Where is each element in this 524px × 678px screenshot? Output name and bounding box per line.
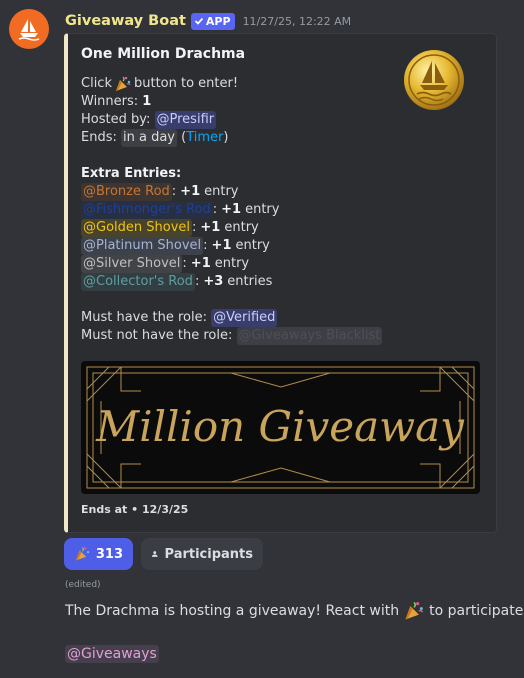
extra-entry-unit: entry: [245, 202, 280, 217]
extra-entry-row: @Silver Shovel: +1 entry: [81, 255, 411, 273]
extra-entry-row: @Bronze Rod: +1 entry: [81, 183, 411, 201]
giveaway-embed: One Million Drachma Click button to ente…: [64, 33, 497, 533]
party-reaction-button[interactable]: 313: [64, 538, 133, 570]
author-name[interactable]: Giveaway Boat: [65, 13, 186, 29]
reaction-bar: 313 Participants: [64, 538, 263, 570]
extra-entry-unit: entry: [214, 256, 250, 271]
extra-entry-sep: :: [182, 256, 187, 271]
party-popper-icon: [405, 601, 424, 620]
winners-line: Winners: 1: [81, 94, 152, 109]
embed-footer: Ends at • 12/3/25: [81, 503, 189, 516]
extra-entry-count: +1: [200, 220, 221, 235]
extra-entry-role[interactable]: @Bronze Rod: [81, 183, 172, 201]
extra-entry-row: @Collector's Rod: +3 entries: [81, 273, 411, 291]
host-mention[interactable]: @Presifir: [154, 111, 217, 129]
banner-text: Million Giveaway: [95, 402, 465, 451]
drachma-coin-thumbnail: [404, 50, 464, 110]
embed-description: Click button to enter! Winners: 1 Hosted…: [81, 75, 411, 345]
extra-entry-count: +1: [221, 202, 242, 217]
click-line: Click button to enter!: [81, 76, 239, 91]
extra-entry-role[interactable]: @Fishmonger's Rod: [81, 201, 213, 219]
message-text: The Drachma is hosting a giveaway! React…: [65, 600, 524, 622]
extra-entry-row: @Golden Shovel: +1 entry: [81, 219, 411, 237]
timestamp: 11/27/25, 12:22 AM: [242, 14, 352, 28]
extra-entry-sep: :: [194, 274, 200, 289]
giveaway-banner-image[interactable]: Million Giveaway: [81, 361, 480, 494]
person-icon: [151, 551, 158, 557]
extra-entry-role[interactable]: @Platinum Shovel: [81, 237, 204, 255]
participants-button[interactable]: Participants: [141, 538, 263, 570]
must-not-line: Must not have the role: @Giveaways Black…: [81, 327, 383, 345]
extra-entry-count: +3: [203, 274, 224, 289]
verified-role-mention[interactable]: @Verified: [211, 309, 278, 327]
extra-entry-role[interactable]: @Golden Shovel: [81, 219, 193, 237]
app-badge: APP: [190, 12, 235, 30]
party-popper-icon: [75, 547, 90, 561]
must-have-line: Must have the role: @Verified: [81, 309, 278, 327]
extra-entry-row: @Fishmonger's Rod: +1 entry: [81, 201, 411, 219]
extra-entry-unit: entry: [235, 238, 270, 253]
extra-entry-count: +1: [180, 184, 201, 199]
extra-entry-count: +1: [190, 256, 211, 271]
extra-entry-sep: :: [171, 184, 177, 199]
ends-timestamp[interactable]: in a day: [121, 129, 177, 147]
checkmark-icon: [194, 17, 204, 25]
extra-entry-sep: :: [192, 220, 197, 235]
extra-entry-sep: :: [203, 238, 208, 253]
extra-entries-list: @Bronze Rod: +1 entry @Fishmonger's Rod: +1 e…: [81, 183, 411, 291]
bot-avatar[interactable]: [9, 9, 49, 49]
extra-entry-sep: :: [212, 202, 218, 217]
message-header: Giveaway Boat APP 11/27/25, 12:22 AM: [65, 10, 351, 32]
extra-entry-unit: entries: [227, 274, 273, 289]
party-popper-icon: [115, 76, 131, 91]
extra-entry-role[interactable]: @Collector's Rod: [81, 273, 195, 291]
extra-entry-role[interactable]: @Silver Shovel: [81, 255, 183, 273]
ends-line: Ends: in a day (Timer): [81, 129, 229, 147]
giveaways-role-mention[interactable]: @Giveaways: [65, 645, 159, 663]
timer-link[interactable]: Timer: [186, 129, 223, 147]
blacklist-role-mention[interactable]: @Giveaways Blacklist: [236, 327, 383, 345]
extra-entry-row: @Platinum Shovel: +1 entry: [81, 237, 411, 255]
embed-title: One Million Drachma: [81, 46, 246, 62]
app-badge-label: APP: [205, 14, 231, 28]
extra-entry-count: +1: [211, 238, 232, 253]
participants-label: Participants: [164, 546, 253, 562]
ship-icon: [18, 19, 40, 41]
reaction-count: 313: [95, 546, 123, 562]
extra-entry-unit: entry: [224, 220, 259, 235]
extra-entry-unit: entry: [204, 184, 239, 199]
extra-entries-heading: Extra Entries:: [81, 166, 182, 181]
hosted-line: Hosted by: @Presifir: [81, 111, 217, 129]
edited-marker: (edited): [65, 580, 101, 590]
